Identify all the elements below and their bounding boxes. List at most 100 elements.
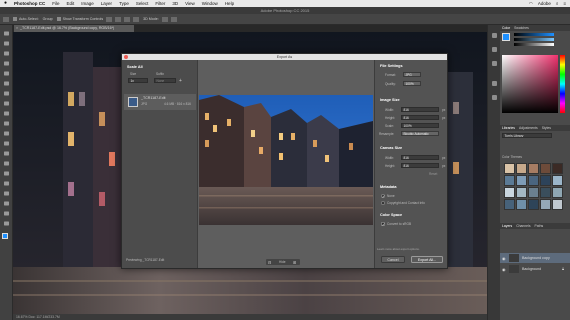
healing-tool-icon[interactable] (3, 91, 10, 96)
preview-area[interactable]: ⊟ Hide ⊞ (198, 60, 374, 268)
width-field[interactable]: 816 (401, 107, 439, 112)
resample-dropdown[interactable]: Bicubic Automatic (401, 131, 439, 136)
apple-icon[interactable]: ● (4, 1, 9, 6)
learn-more-link[interactable]: Learn more about export options. (377, 247, 420, 251)
tab-channels[interactable]: Channels (516, 224, 530, 228)
tab-layers[interactable]: Layers (502, 224, 512, 228)
wifi-icon[interactable]: ◠ (529, 1, 533, 7)
color-swatch[interactable] (552, 163, 563, 174)
close-dialog-button[interactable] (124, 55, 128, 59)
shape-tool-icon[interactable] (3, 201, 10, 206)
menu-app[interactable]: Photoshop CC (14, 1, 45, 6)
pen-tool-icon[interactable] (3, 171, 10, 176)
green-slider[interactable] (514, 38, 554, 41)
layer-row[interactable]: ◉ Background copy (500, 253, 570, 263)
color-swatch[interactable] (540, 187, 551, 198)
brush-settings-icon[interactable] (492, 61, 497, 66)
blur-tool-icon[interactable] (3, 151, 10, 156)
transform-checkbox[interactable] (56, 17, 61, 22)
eye-icon[interactable]: ◉ (502, 267, 506, 272)
format-dropdown[interactable]: JPG (403, 72, 421, 77)
menu-3d[interactable]: 3D (172, 1, 178, 6)
color-swatch[interactable] (540, 199, 551, 210)
zoom-control[interactable]: ⊟ Hide ⊞ (266, 259, 300, 265)
clone-stamp-tool-icon[interactable] (3, 111, 10, 116)
group-dropdown[interactable]: Group (43, 17, 53, 21)
tab-adjustments[interactable]: Adjustments (519, 126, 538, 130)
quality-dropdown[interactable]: 100% (403, 81, 421, 86)
auto-select-checkbox[interactable] (13, 17, 17, 22)
menu-type[interactable]: Type (119, 1, 129, 6)
color-swatch[interactable] (528, 175, 539, 186)
3d-pan-icon[interactable] (170, 16, 177, 22)
document-tab[interactable]: × _TCR1187-Edit.psd @ 16.7% (Background … (14, 25, 134, 32)
zoom-tool-icon[interactable] (3, 221, 10, 226)
color-swatch[interactable] (516, 199, 527, 210)
eye-icon[interactable]: ◉ (502, 256, 506, 261)
blue-slider[interactable] (514, 43, 554, 46)
crop-tool-icon[interactable] (3, 71, 10, 76)
align-middle-icon[interactable] (115, 16, 122, 22)
canvas-reset-button[interactable]: Reset (429, 172, 437, 176)
gradient-tool-icon[interactable] (3, 141, 10, 146)
menu-help[interactable]: Help (225, 1, 234, 6)
tab-swatches[interactable]: Swatches (514, 26, 529, 30)
list-icon[interactable]: ≡ (563, 1, 566, 6)
canvas-width-field[interactable]: 816 (401, 155, 439, 160)
auto-select-option[interactable]: Auto-Select: (13, 17, 39, 22)
brush-tool-icon[interactable] (3, 101, 10, 106)
add-scale-icon[interactable]: + (179, 78, 182, 84)
menu-edit[interactable]: Edit (67, 1, 75, 6)
distribute-icon[interactable] (133, 16, 140, 22)
move-tool-icon[interactable] (3, 31, 10, 36)
zoom-out-icon[interactable]: ⊟ (268, 260, 271, 265)
3d-rotate-icon[interactable] (161, 16, 168, 22)
foreground-color-icon[interactable] (2, 233, 8, 239)
metadata-copyright-radio[interactable] (381, 201, 385, 205)
quick-select-tool-icon[interactable] (3, 61, 10, 66)
color-swatch[interactable] (540, 175, 551, 186)
tab-libraries[interactable]: Libraries (502, 126, 515, 130)
menu-image[interactable]: Image (81, 1, 94, 6)
marquee-tool-icon[interactable] (3, 41, 10, 46)
search-icon[interactable]: ⌕ (556, 1, 559, 6)
adobe-label[interactable]: Adobe (538, 1, 551, 6)
menu-layer[interactable]: Layer (101, 1, 112, 6)
color-swatch[interactable] (552, 187, 563, 198)
color-swatch[interactable] (516, 175, 527, 186)
tab-paths[interactable]: Paths (535, 224, 544, 228)
export-all-button[interactable]: Export All... (411, 256, 443, 263)
menu-file[interactable]: File (52, 1, 59, 6)
menu-filter[interactable]: Filter (155, 1, 165, 6)
red-slider[interactable] (514, 33, 554, 36)
eyedropper-tool-icon[interactable] (3, 81, 10, 86)
align-bottom-icon[interactable] (124, 16, 131, 22)
color-swatch[interactable] (516, 163, 527, 174)
history-brush-tool-icon[interactable] (3, 121, 10, 126)
color-swatch[interactable] (504, 199, 515, 210)
properties-icon[interactable] (492, 47, 497, 52)
canvas-height-field[interactable]: 816 (401, 163, 439, 168)
transform-option[interactable]: Show Transform Controls (56, 17, 103, 22)
tab-color[interactable]: Color (502, 26, 510, 30)
metadata-none-radio[interactable] (381, 194, 385, 198)
tab-styles[interactable]: Styles (542, 126, 551, 130)
lasso-tool-icon[interactable] (3, 51, 10, 56)
history-icon[interactable] (492, 33, 497, 38)
height-field[interactable]: 816 (401, 115, 439, 120)
foreground-color-swatch[interactable] (502, 33, 510, 41)
color-picker-field[interactable] (502, 55, 558, 113)
color-swatch[interactable] (528, 199, 539, 210)
color-swatch[interactable] (528, 163, 539, 174)
zoom-in-icon[interactable]: ⊞ (293, 260, 296, 265)
color-swatch[interactable] (504, 187, 515, 198)
hand-tool-icon[interactable] (3, 211, 10, 216)
paragraph-icon[interactable] (492, 95, 497, 100)
color-swatch[interactable] (552, 199, 563, 210)
path-select-tool-icon[interactable] (3, 191, 10, 196)
suffix-field[interactable]: None (154, 78, 176, 83)
character-icon[interactable] (492, 81, 497, 86)
size-dropdown[interactable]: 1x (128, 78, 148, 83)
asset-item[interactable]: _TCR1187-Edit JPG 4.6 MB · 816 x 816 (124, 94, 196, 110)
hue-slider[interactable] (560, 55, 565, 113)
